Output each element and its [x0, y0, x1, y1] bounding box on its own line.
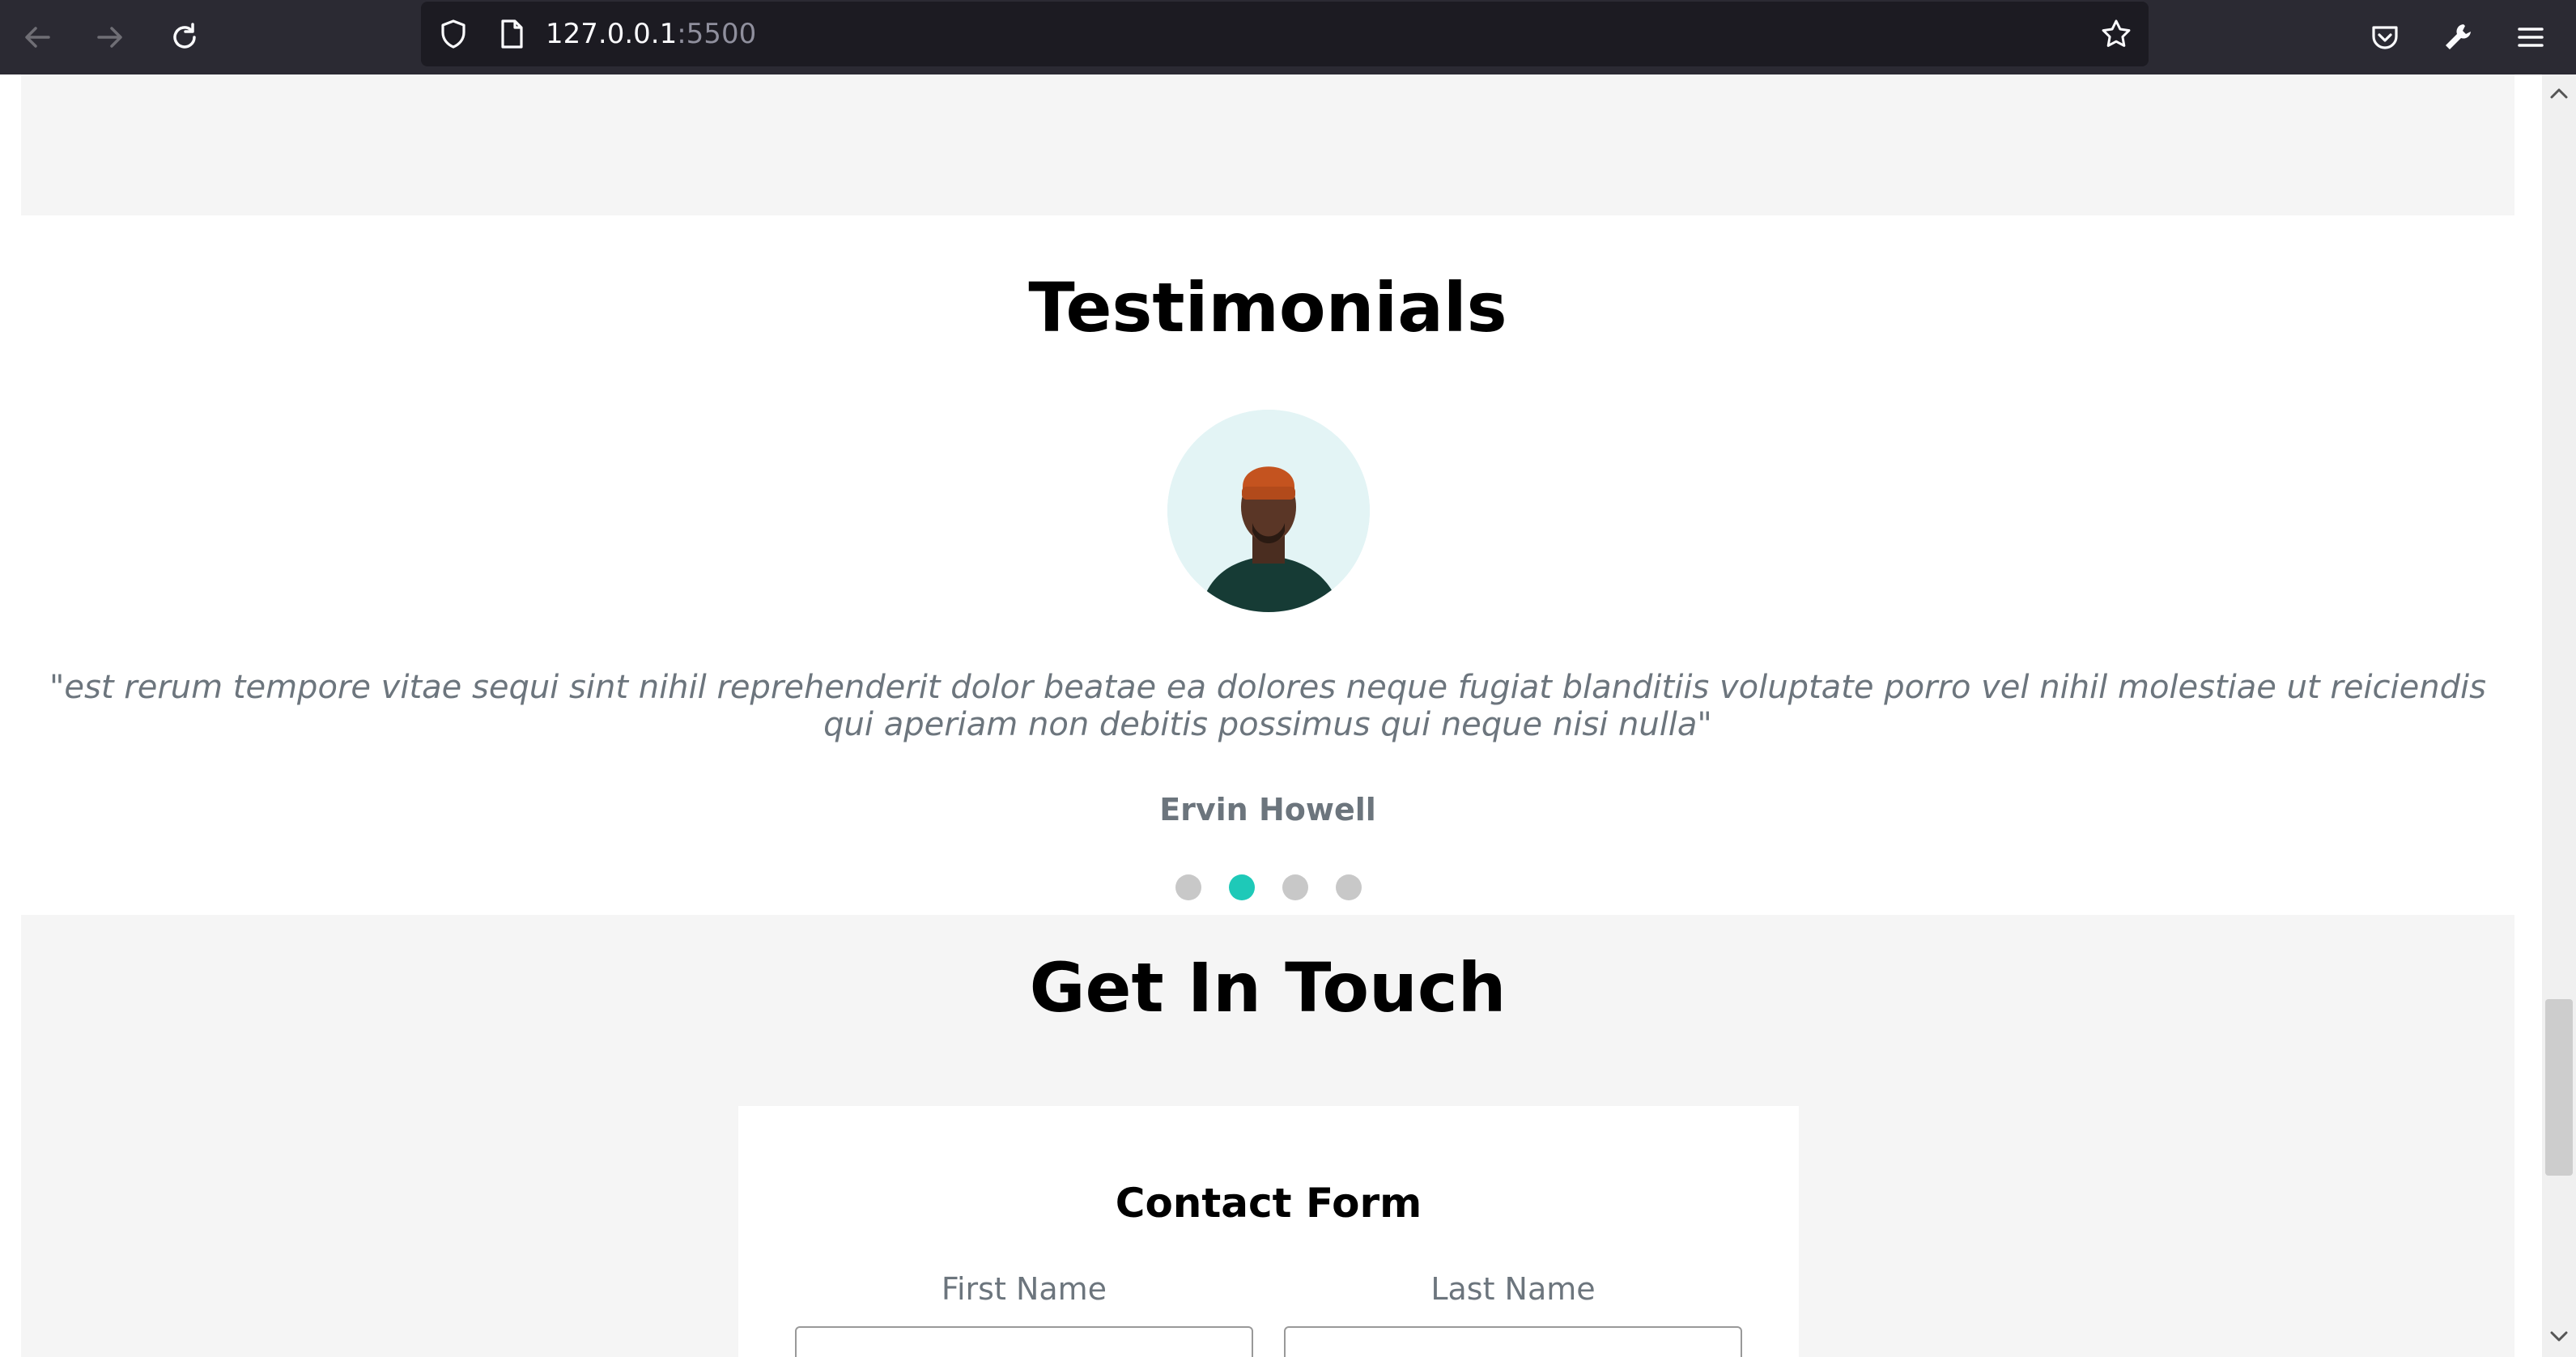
contact-form-title: Contact Form	[1115, 1180, 1422, 1227]
address-bar[interactable]: 127.0.0.1:5500	[421, 2, 2149, 66]
pocket-icon[interactable]	[2359, 11, 2411, 63]
url-port: :5500	[677, 18, 757, 50]
vertical-scrollbar[interactable]	[2542, 74, 2576, 1357]
page-icon	[501, 19, 523, 49]
testimonial-avatar	[1167, 410, 1370, 612]
carousel-dot[interactable]	[1175, 874, 1201, 900]
menu-icon[interactable]	[2505, 11, 2557, 63]
scrollbar-thumb[interactable]	[2545, 999, 2573, 1176]
scroll-up-icon[interactable]	[2548, 83, 2570, 104]
testimonial-author: Ervin Howell	[1159, 792, 1376, 827]
carousel-dot-active[interactable]	[1229, 874, 1255, 900]
contact-form-card: Contact Form First Name Last Name	[738, 1106, 1799, 1357]
last-name-label: Last Name	[1430, 1271, 1596, 1307]
url-text[interactable]: 127.0.0.1:5500	[546, 16, 756, 52]
browser-toolbar: 127.0.0.1:5500	[0, 0, 2576, 74]
url-host: 127.0.0.1	[546, 18, 678, 50]
carousel-dot[interactable]	[1336, 874, 1362, 900]
forward-arrow-icon[interactable]	[84, 11, 136, 63]
first-name-input[interactable]	[795, 1326, 1253, 1357]
testimonial-quote: "est rerum tempore vitae sequi sint nihi…	[49, 669, 2486, 743]
page-viewport: Testimonials "est rerum tempore vitae se…	[0, 74, 2542, 1357]
scroll-down-icon[interactable]	[2548, 1326, 2570, 1347]
contact-title: Get In Touch	[1029, 948, 1507, 1027]
previous-section	[21, 74, 2514, 215]
carousel-indicators	[1175, 874, 1362, 900]
first-name-label: First Name	[941, 1271, 1107, 1307]
star-icon[interactable]	[2100, 18, 2132, 50]
last-name-input[interactable]	[1284, 1326, 1742, 1357]
shield-icon[interactable]	[437, 18, 470, 50]
carousel-dot[interactable]	[1282, 874, 1308, 900]
reload-icon[interactable]	[159, 11, 210, 63]
wrench-icon[interactable]	[2432, 11, 2484, 63]
testimonials-title: Testimonials	[1028, 268, 1507, 347]
back-arrow-icon[interactable]	[11, 11, 63, 63]
